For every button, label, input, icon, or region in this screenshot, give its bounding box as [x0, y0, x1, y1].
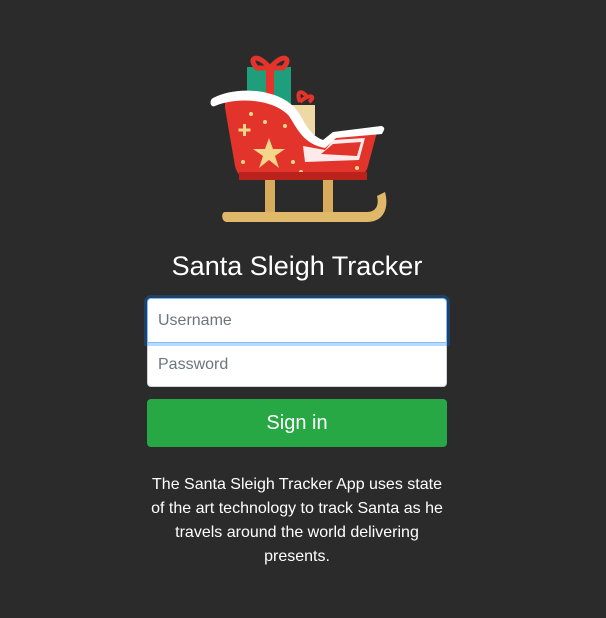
login-page: Santa Sleigh Tracker Sign in The Santa S…: [0, 0, 606, 618]
app-description: The Santa Sleigh Tracker App uses state …: [151, 476, 443, 565]
page-title: Santa Sleigh Tracker: [171, 251, 423, 281]
sleigh-runner: [222, 192, 387, 222]
sign-in-button[interactable]: Sign in: [147, 399, 447, 447]
login-form: Sign in: [147, 298, 447, 447]
username-input[interactable]: [147, 298, 447, 343]
sleigh-logo-icon: [210, 55, 387, 222]
password-input[interactable]: [147, 342, 447, 387]
